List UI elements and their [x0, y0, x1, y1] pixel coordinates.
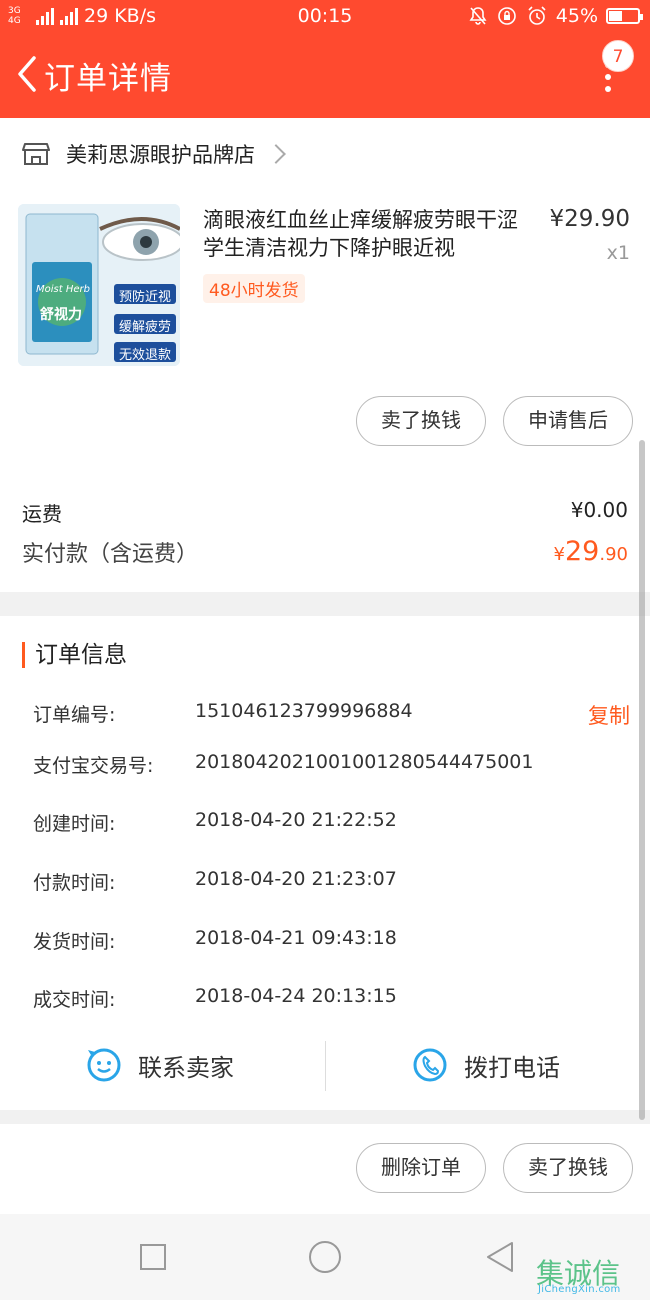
status-right: 45% [468, 5, 643, 27]
call-phone-label: 拨打电话 [464, 1053, 560, 1082]
paid-amount-row: 实付款（含运费） ¥29.90 [22, 536, 628, 568]
image-label-1: 预防近视 [119, 290, 172, 305]
paid-decimal: .90 [599, 544, 628, 565]
shipping-fee-row: 运费 ¥0.00 [22, 498, 628, 527]
message-count-badge[interactable]: 7 [602, 40, 634, 72]
contact-seller-button[interactable]: 联系卖家 [86, 1039, 234, 1091]
shipping-fee-value: ¥0.00 [570, 498, 628, 522]
contact-actions: 联系卖家 拨打电话 [0, 1039, 650, 1091]
image-label-2: 缓解疲劳 [119, 320, 172, 335]
paid-integer: 29 [565, 536, 600, 567]
paid-currency: ¥ [553, 544, 565, 565]
scrollbar[interactable] [639, 440, 645, 1120]
bell-off-icon [469, 7, 487, 25]
status-time: 00:15 [297, 5, 353, 27]
call-phone-button[interactable]: 拨打电话 [412, 1039, 560, 1091]
product-title[interactable]: 滴眼液红血丝止痒缓解疲劳眼干涩学生清洁视力下降护眼近视 [203, 206, 538, 262]
app-bar: 订单详情 7 [0, 34, 650, 118]
shipping-fee-label: 运费 [22, 502, 62, 526]
chat-smile-icon [87, 1048, 121, 1082]
image-label-3: 无效退款 [119, 348, 172, 363]
actions-divider [325, 1041, 326, 1091]
shop-name: 美莉思源眼护品牌店 [66, 143, 255, 167]
watermark: 集诚信 JiChengXin.com [534, 1250, 650, 1300]
battery-icon [606, 8, 643, 24]
paid-time-label: 付款时间: [33, 872, 116, 894]
alipay-trade-value: 2018042021001001280544475001 [195, 751, 534, 773]
shipping-tag: 48小时发货 [203, 274, 305, 303]
recent-apps-icon[interactable] [138, 1242, 168, 1272]
order-info-card: 订单信息 订单编号: 151046123799996884 复制 支付宝交易号:… [0, 616, 650, 1110]
completed-time-value: 2018-04-24 20:13:15 [195, 985, 397, 1007]
image-brand-name: 舒视力 [40, 307, 82, 323]
delete-order-button[interactable]: 删除订单 [356, 1143, 486, 1193]
product-quantity: x1 [606, 242, 630, 264]
shipped-time-value: 2018-04-21 09:43:18 [195, 927, 397, 949]
chevron-right-icon [266, 144, 286, 164]
paid-time-value: 2018-04-20 21:23:07 [195, 868, 397, 890]
order-number-value: 151046123799996884 [195, 700, 413, 722]
order-info-title: 订单信息 [22, 642, 127, 668]
shop-icon [22, 143, 50, 165]
shipped-time-label: 发货时间: [33, 931, 116, 953]
sell-for-cash-button[interactable]: 卖了换钱 [356, 396, 486, 446]
order-item-card: 美莉思源眼护品牌店 预防近视 缓解疲劳 无效退款 舒视力 Moist Herb … [0, 118, 650, 592]
alipay-trade-label: 支付宝交易号: [33, 755, 154, 777]
watermark-url: JiChengXin.com [538, 1284, 621, 1295]
created-time-label: 创建时间: [33, 813, 116, 835]
phone-icon [413, 1048, 447, 1082]
copy-button[interactable]: 复制 [588, 700, 630, 730]
created-time-value: 2018-04-20 21:22:52 [195, 809, 397, 831]
back-arrow-icon[interactable] [12, 54, 42, 94]
completed-time-label: 成交时间: [33, 989, 116, 1011]
shop-row[interactable]: 美莉思源眼护品牌店 [22, 138, 286, 170]
paid-amount-label: 实付款（含运费） [22, 542, 199, 567]
product-image[interactable]: 预防近视 缓解疲劳 无效退款 舒视力 Moist Herb [18, 204, 180, 366]
back-triangle-icon[interactable] [484, 1240, 516, 1274]
apply-after-sale-button[interactable]: 申请售后 [503, 396, 633, 446]
battery-percent: 45% [555, 5, 598, 27]
contact-seller-label: 联系卖家 [138, 1053, 234, 1082]
order-number-label: 订单编号: [33, 704, 116, 726]
paid-amount-value: ¥29.90 [554, 536, 628, 567]
rotation-lock-icon [497, 7, 516, 25]
status-bar: 3G 4G 29 KB/s 00:15 45% [0, 0, 650, 34]
product-price: ¥29.90 [549, 206, 630, 232]
page-title: 订单详情 [44, 61, 172, 97]
home-icon[interactable] [307, 1239, 343, 1275]
alarm-icon [528, 6, 546, 25]
sell-for-cash-bottom-button[interactable]: 卖了换钱 [503, 1143, 633, 1193]
image-brand-en: Moist Herb [36, 284, 90, 295]
bottom-action-bar: 删除订单 卖了换钱 [0, 1124, 650, 1214]
